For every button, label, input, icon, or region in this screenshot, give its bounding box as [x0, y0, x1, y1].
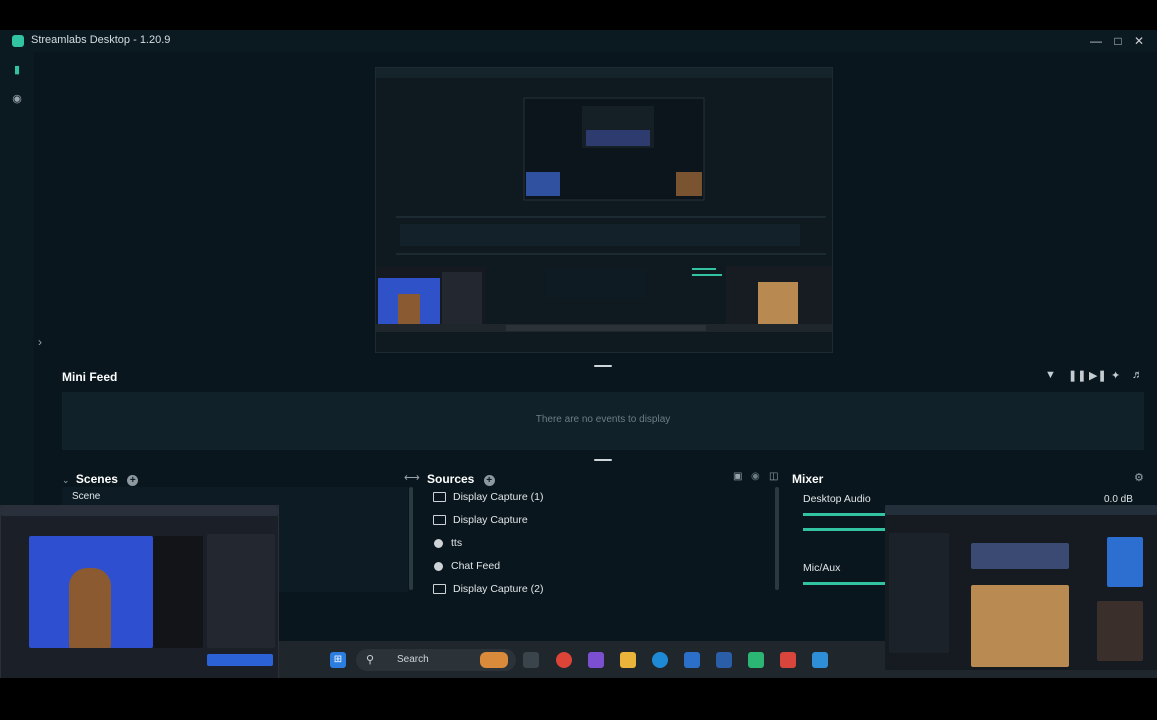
- scenes-title: Scenes: [75, 472, 118, 486]
- globe-icon: [434, 561, 443, 571]
- taskbar-search[interactable]: ⚲ Search: [356, 649, 516, 671]
- outlook-icon[interactable]: [684, 652, 700, 668]
- mixer-header: Mixer: [792, 472, 823, 486]
- chevron-down-icon[interactable]: ⌄: [62, 475, 70, 485]
- browser-tabs: [885, 505, 1157, 515]
- resize-handle-top[interactable]: [594, 365, 612, 367]
- maximize-icon[interactable]: □: [1109, 32, 1127, 50]
- source-item[interactable]: Display Capture: [433, 514, 528, 532]
- file-explorer-icon[interactable]: [620, 652, 636, 668]
- pause-icon[interactable]: ❚❚: [1068, 369, 1086, 382]
- app-icon[interactable]: [748, 652, 764, 668]
- skip-icon[interactable]: ▶❚: [1089, 369, 1107, 382]
- streamlabs-window: Streamlabs Desktop - 1.20.9 — □ ✕ ▮ ◉ ›: [0, 30, 1157, 678]
- windows-start-icon[interactable]: ⊞: [330, 652, 346, 668]
- mini-feed-title: Mini Feed: [62, 370, 118, 384]
- chevron-right-icon[interactable]: ›: [38, 335, 42, 349]
- mini-feed-panel: There are no events to display: [62, 392, 1144, 450]
- video-side-area: [153, 536, 203, 648]
- presenter-image: [69, 568, 111, 648]
- app-icon[interactable]: [812, 652, 828, 668]
- scene-transition-icon[interactable]: ⟷: [404, 471, 420, 484]
- sources-header: Sources +: [427, 472, 495, 486]
- task-view-icon[interactable]: [523, 652, 539, 668]
- source-label: tts: [451, 537, 463, 549]
- globe-icon: [434, 538, 443, 548]
- volume-slider[interactable]: [803, 528, 895, 531]
- store-icon[interactable]: [716, 652, 732, 668]
- app-icon[interactable]: [780, 652, 796, 668]
- add-source-icon[interactable]: +: [483, 475, 495, 486]
- scenes-scrollbar[interactable]: [409, 487, 413, 590]
- chrome-icon[interactable]: [556, 652, 572, 668]
- sources-title: Sources: [427, 472, 475, 486]
- source-item[interactable]: Chat Feed: [433, 560, 500, 578]
- volume-meter: [803, 513, 895, 516]
- edge-icon[interactable]: [652, 652, 668, 668]
- minimize-icon[interactable]: —: [1087, 32, 1105, 50]
- source-label: Display Capture: [453, 514, 528, 526]
- volume-icon[interactable]: ♬: [1132, 369, 1143, 381]
- source-list: Display Capture (1) Display Capture tts …: [425, 487, 775, 597]
- filter-icon[interactable]: ▼: [1045, 369, 1056, 381]
- search-placeholder: Search: [397, 654, 429, 665]
- source-label: Chat Feed: [451, 560, 501, 572]
- browser-tabs: [1, 506, 278, 516]
- mixer-channel-name: Mic/Aux: [803, 562, 841, 574]
- preview-capture: [376, 68, 832, 352]
- search-icon: ⚲: [366, 654, 375, 666]
- recommendations-list: [207, 534, 275, 648]
- stream-preview[interactable]: [375, 67, 833, 353]
- source-folder-icon[interactable]: ◫: [769, 471, 778, 482]
- gear-icon[interactable]: ⚙: [1134, 471, 1144, 484]
- editor-icon[interactable]: ▮: [11, 64, 23, 76]
- window-title: Streamlabs Desktop - 1.20.9: [31, 34, 171, 46]
- mixer-title: Mixer: [792, 472, 824, 486]
- image-strip: [971, 543, 1069, 569]
- source-eye-icon[interactable]: ◉: [751, 471, 760, 482]
- source-group-icon[interactable]: ▣: [733, 471, 742, 482]
- streamlabs-logo-icon: [12, 35, 24, 47]
- monitor-icon: [433, 584, 446, 595]
- captured-browser-window: [885, 505, 1157, 670]
- source-item[interactable]: Display Capture (1): [433, 491, 543, 509]
- scenes-header: ⌄ Scenes +: [62, 472, 139, 486]
- mixer-channel-db: 0.0 dB: [1104, 494, 1133, 505]
- source-item[interactable]: tts: [433, 537, 462, 555]
- resize-handle-bottom[interactable]: [594, 459, 612, 461]
- play-icon[interactable]: ◉: [11, 93, 23, 105]
- door-image: [971, 585, 1069, 667]
- monitor-icon: [433, 492, 446, 503]
- source-label: Display Capture (1): [453, 491, 544, 503]
- side-menu: [889, 533, 949, 653]
- captured-video-window: [0, 505, 279, 678]
- subscribe-button: [207, 654, 273, 666]
- side-image: [1097, 601, 1143, 661]
- mini-feed-empty-text: There are no events to display: [535, 414, 671, 425]
- add-scene-icon[interactable]: +: [127, 475, 139, 486]
- close-icon[interactable]: ✕: [1130, 32, 1148, 50]
- sources-scrollbar[interactable]: [775, 487, 779, 590]
- source-label: Display Capture (2): [453, 583, 544, 595]
- monitor-icon: [433, 515, 446, 526]
- mute-alerts-icon[interactable]: ✦: [1111, 369, 1120, 382]
- mixer-channel-name: Desktop Audio: [803, 493, 871, 505]
- search-highlight-icon: [480, 652, 508, 668]
- volume-meter: [803, 582, 895, 585]
- scene-item[interactable]: Scene: [72, 491, 100, 502]
- app-icon[interactable]: [588, 652, 604, 668]
- side-image: [1107, 537, 1143, 587]
- source-item[interactable]: Display Capture (2): [433, 583, 543, 601]
- title-bar: Streamlabs Desktop - 1.20.9 — □ ✕: [0, 30, 1157, 52]
